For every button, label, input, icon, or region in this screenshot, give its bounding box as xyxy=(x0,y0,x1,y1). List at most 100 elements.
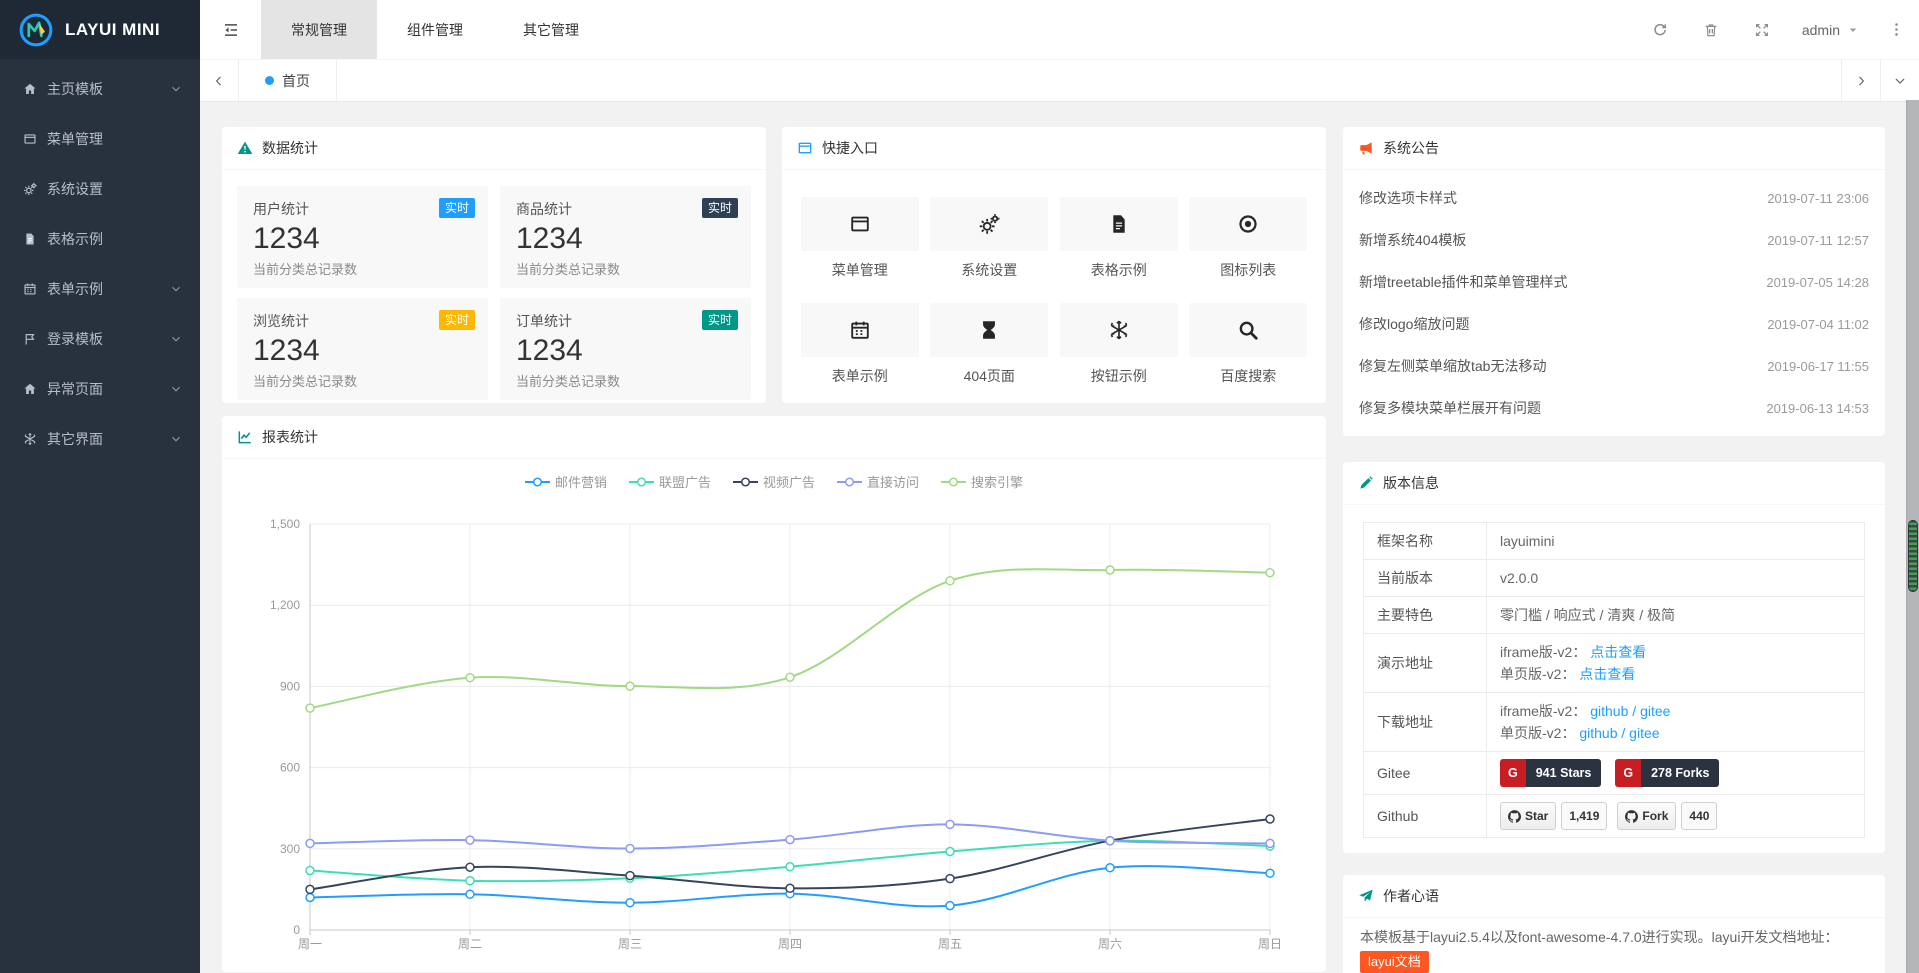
chevron-down-icon xyxy=(1893,74,1907,88)
tab-home[interactable]: 首页 xyxy=(239,60,337,101)
fullscreen-button[interactable] xyxy=(1737,0,1788,59)
content-scrollbar[interactable] xyxy=(1906,100,1919,973)
quick-tile-box xyxy=(1189,197,1307,251)
legend-item-0[interactable]: 邮件营销 xyxy=(525,472,607,491)
notice-item-3[interactable]: 修改logo缩放问题2019-07-04 11:02 xyxy=(1359,303,1869,345)
refresh-button[interactable] xyxy=(1635,0,1686,59)
logo-bar[interactable]: LAYUI MINI xyxy=(0,0,200,59)
snowflake-icon xyxy=(1108,319,1130,341)
snowflake-icon xyxy=(21,432,38,446)
svg-text:周一: 周一 xyxy=(298,937,322,951)
svg-text:周三: 周三 xyxy=(618,937,642,951)
sidebar-item-4[interactable]: 表单示例 xyxy=(0,264,200,314)
sidebar-item-1[interactable]: 菜单管理 xyxy=(0,114,200,164)
link-点击查看[interactable]: 点击查看 xyxy=(1590,644,1646,660)
link-gitee[interactable]: gitee xyxy=(1640,703,1670,719)
quick-tile-4[interactable]: 表单示例 xyxy=(795,303,925,386)
panel-version-info: 版本信息 框架名称layuimini当前版本v2.0.0主要特色零门槛 / 响应… xyxy=(1343,462,1885,853)
version-row-3: 演示地址iframe版-v2： 点击查看单页版-v2： 点击查看 xyxy=(1364,634,1865,693)
notice-list: 修改选项卡样式2019-07-11 23:06 新增系统404模板 2019-07-… xyxy=(1343,170,1885,429)
outdent-icon xyxy=(222,21,240,39)
user-dropdown[interactable]: admin xyxy=(1788,0,1873,59)
version-label: 下载地址 xyxy=(1364,693,1487,752)
quick-tile-box xyxy=(1189,303,1307,357)
quick-tile-1[interactable]: 系统设置 xyxy=(925,197,1055,280)
legend-item-4[interactable]: 搜索引擎 xyxy=(941,472,1023,491)
quick-tile-2[interactable]: 表格示例 xyxy=(1054,197,1184,280)
notice-item-4[interactable]: 修复左侧菜单缩放tab无法移动2019-06-17 11:55 xyxy=(1359,345,1869,387)
github-badge[interactable]: Fork440 xyxy=(1617,802,1717,830)
sidebar-toggle-button[interactable] xyxy=(200,0,261,59)
version-row-2: 主要特色零门槛 / 响应式 / 清爽 / 极简 xyxy=(1364,597,1865,634)
sidebar-item-6[interactable]: 异常页面 xyxy=(0,364,200,414)
sidebar-item-7[interactable]: 其它界面 xyxy=(0,414,200,464)
notice-item-5[interactable]: 修复多模块菜单栏展开有问题 2019-06-13 14:53 xyxy=(1359,387,1869,429)
sidebar-item-0[interactable]: 主页模板 xyxy=(0,64,200,114)
tabs-scroll-left-button[interactable] xyxy=(200,60,239,101)
header-tab-2[interactable]: 其它管理 xyxy=(493,0,609,59)
quick-tile-label: 系统设置 xyxy=(961,260,1017,280)
layui-doc-button[interactable]: layui文档 xyxy=(1360,951,1429,973)
panel-title: 系统公告 xyxy=(1383,138,1439,158)
chevron-down-icon xyxy=(170,433,182,445)
calendar-icon xyxy=(849,319,871,341)
github-icon xyxy=(1508,810,1521,823)
window-icon xyxy=(849,213,871,235)
quick-tile-0[interactable]: 菜单管理 xyxy=(795,197,925,280)
sidebar-item-2[interactable]: 系统设置 xyxy=(0,164,200,214)
file-text-icon xyxy=(1108,213,1130,235)
sidebar-item-label: 其它界面 xyxy=(47,429,170,449)
version-label: Github xyxy=(1364,795,1487,838)
github-badge[interactable]: Star1,419 xyxy=(1500,802,1607,830)
sidebar-item-3[interactable]: 表格示例 xyxy=(0,214,200,264)
gitee-badge[interactable]: G941 Stars xyxy=(1500,759,1601,787)
legend-item-2[interactable]: 视频广告 xyxy=(733,472,815,491)
notice-item-2[interactable]: 新增treetable插件和菜单管理样式2019-07-05 14:28 xyxy=(1359,261,1869,303)
legend-label: 联盟广告 xyxy=(659,472,711,491)
clear-cache-button[interactable] xyxy=(1686,0,1737,59)
notice-item-1[interactable]: 新增系统404模板 2019-07-11 12:57 xyxy=(1359,219,1869,261)
panel-title: 快捷入口 xyxy=(822,138,878,158)
panel-title: 作者心语 xyxy=(1383,886,1439,906)
legend-item-3[interactable]: 直接访问 xyxy=(837,472,919,491)
file-text-icon xyxy=(21,232,38,246)
more-actions-button[interactable] xyxy=(1873,0,1919,59)
tabs-scroll-right-button[interactable] xyxy=(1841,60,1880,101)
panel-author-words: 作者心语 本模板基于layui2.5.4以及font-awesome-4.7.0… xyxy=(1343,875,1885,973)
chart-legend: 邮件营销 联盟广告 视频广告 直接访问 搜索引擎 xyxy=(222,472,1326,491)
legend-label: 直接访问 xyxy=(867,472,919,491)
quick-tile-5[interactable]: 404页面 xyxy=(925,303,1055,386)
notice-date: 2019-07-11 12:57 xyxy=(1767,233,1869,248)
header-tab-0[interactable]: 常规管理 xyxy=(261,0,377,59)
link-github[interactable]: github xyxy=(1590,703,1628,719)
home-icon xyxy=(21,82,38,96)
svg-text:周日: 周日 xyxy=(1258,937,1282,951)
quick-tile-7[interactable]: 百度搜索 xyxy=(1184,303,1314,386)
gitee-logo-icon: G xyxy=(1615,759,1641,787)
header-tab-1[interactable]: 组件管理 xyxy=(377,0,493,59)
gitee-badge[interactable]: G278 Forks xyxy=(1615,759,1719,787)
notice-date: 2019-06-13 14:53 xyxy=(1766,401,1869,416)
sidebar: LAYUI MINI 主页模板菜单管理系统设置表格示例表单示例登录模板异常页面其… xyxy=(0,0,200,973)
panel-report-header: 报表统计 xyxy=(222,416,1326,459)
panel-author-header: 作者心语 xyxy=(1343,875,1885,918)
link-点击查看[interactable]: 点击查看 xyxy=(1579,666,1635,682)
legend-item-1[interactable]: 联盟广告 xyxy=(629,472,711,491)
notice-text: 新增系统404模板 xyxy=(1359,230,1466,250)
quick-tile-6[interactable]: 按钮示例 xyxy=(1054,303,1184,386)
svg-text:0: 0 xyxy=(293,923,300,937)
svg-text:周二: 周二 xyxy=(458,937,482,951)
trash-icon xyxy=(1703,22,1719,38)
link-gitee[interactable]: gitee xyxy=(1629,725,1659,741)
sidebar-item-5[interactable]: 登录模板 xyxy=(0,314,200,364)
scrollbar-thumb[interactable] xyxy=(1908,520,1918,592)
legend-marker-icon xyxy=(525,477,550,487)
tabs-menu-button[interactable] xyxy=(1880,60,1919,101)
quick-tile-3[interactable]: 图标列表 xyxy=(1184,197,1314,280)
notice-text: 修复多模块菜单栏展开有问题 xyxy=(1359,398,1541,418)
panel-title: 数据统计 xyxy=(262,138,318,158)
quick-tile-label: 菜单管理 xyxy=(832,260,888,280)
link-github[interactable]: github xyxy=(1579,725,1617,741)
version-row-1: 当前版本v2.0.0 xyxy=(1364,560,1865,597)
notice-item-0[interactable]: 修改选项卡样式2019-07-11 23:06 xyxy=(1359,177,1869,219)
